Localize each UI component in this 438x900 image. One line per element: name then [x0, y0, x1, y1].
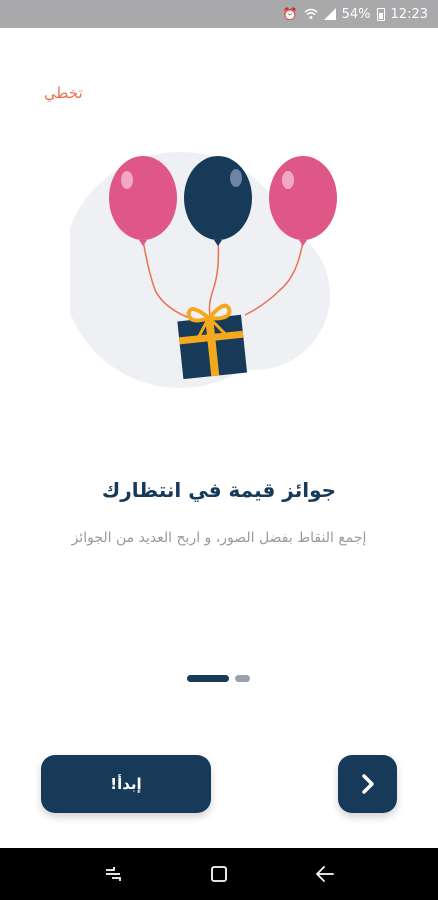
back-button[interactable]	[307, 859, 343, 889]
balloon-highlight	[230, 169, 242, 187]
gift-box	[177, 303, 248, 380]
skip-link[interactable]: تخطي	[44, 84, 83, 102]
signal-icon	[323, 8, 336, 20]
battery-percent: 54%	[341, 6, 371, 22]
onboarding-subtitle: إجمع النقاط بفضل الصور، و اربح العديد من…	[71, 530, 367, 546]
navy-balloon-center	[184, 156, 252, 240]
onboarding-title: جوائز قيمة في انتظارك	[101, 478, 337, 502]
home-icon	[211, 866, 227, 882]
recent-apps-icon	[106, 867, 121, 881]
battery-icon	[376, 7, 385, 21]
pink-balloon-left	[109, 156, 177, 240]
alarm-icon: ⏰	[282, 7, 298, 21]
home-button[interactable]	[201, 859, 237, 889]
wifi-icon	[304, 8, 318, 19]
pink-balloon-right	[269, 156, 337, 240]
balloon-highlight	[282, 171, 294, 189]
status-bar: ⏰ 54% 12:23	[0, 0, 438, 28]
back-icon	[316, 866, 334, 882]
balloon-highlight	[121, 171, 133, 189]
balloons-gift-illustration	[70, 152, 337, 388]
chevron-right-icon	[361, 774, 374, 794]
system-nav-bar	[0, 848, 438, 900]
recent-apps-button[interactable]	[95, 859, 131, 889]
start-button[interactable]: إبدأ!	[41, 755, 211, 813]
status-time: 12:23	[390, 6, 428, 22]
page-indicator	[187, 675, 250, 682]
page-dot	[235, 675, 250, 682]
next-button[interactable]	[338, 755, 397, 813]
page-dot-active	[187, 675, 229, 682]
